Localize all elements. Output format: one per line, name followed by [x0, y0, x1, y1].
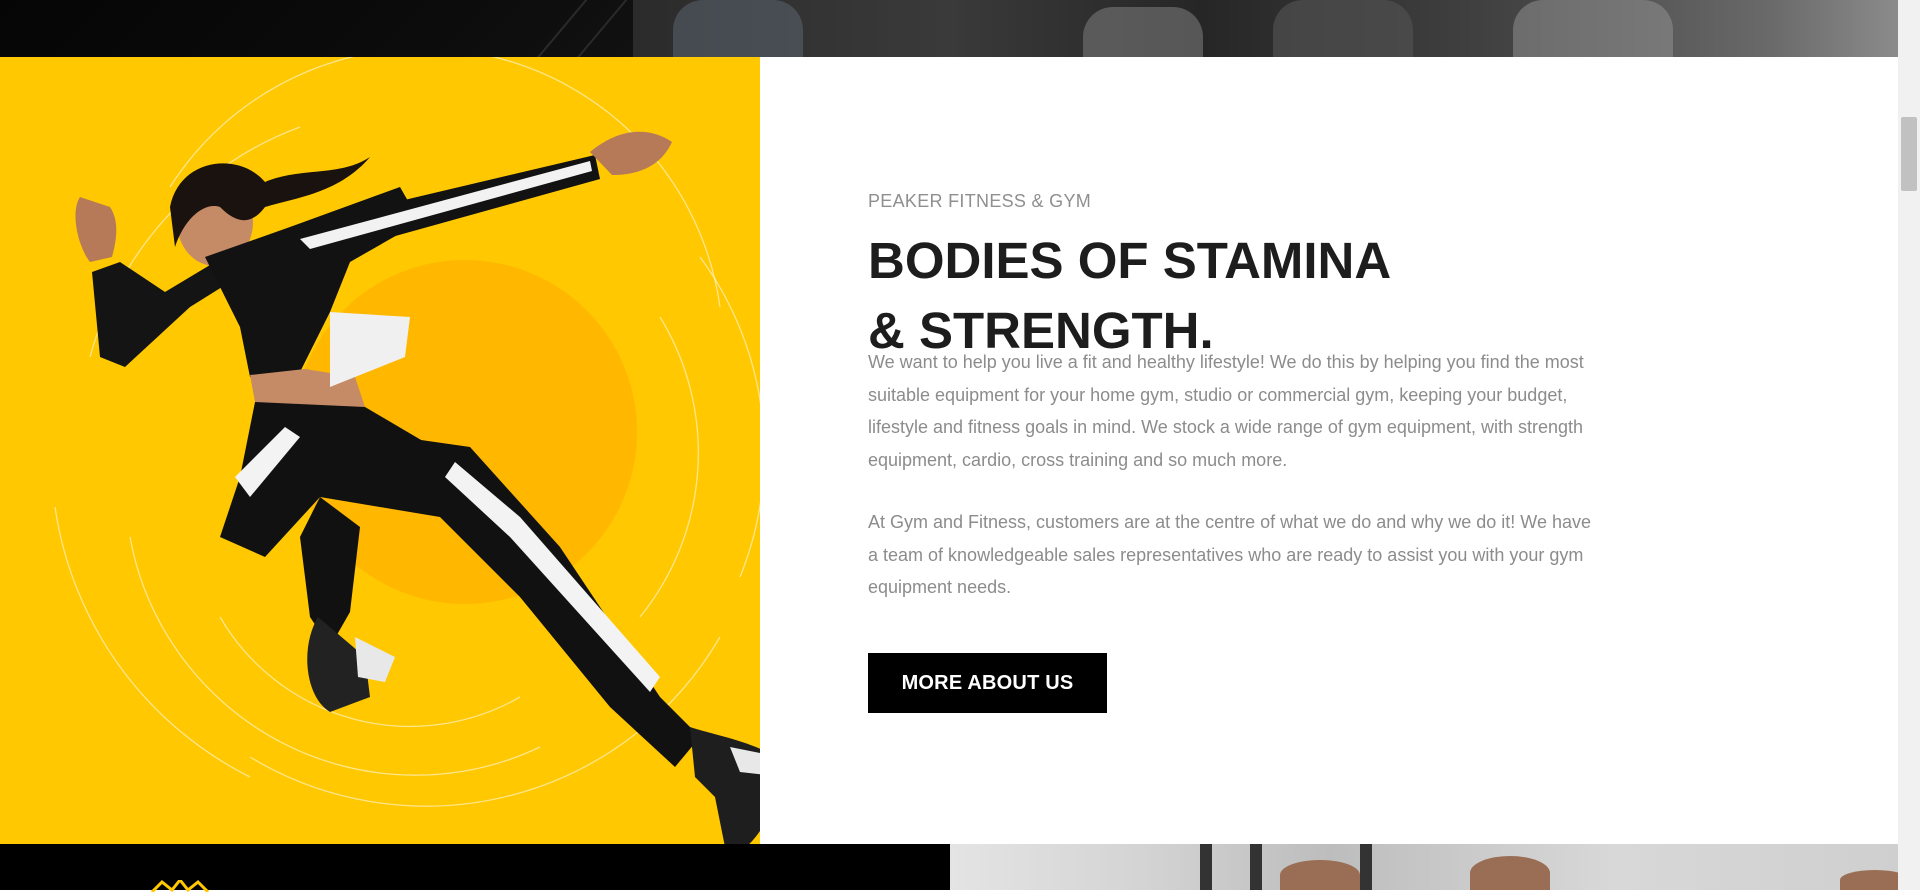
- about-content: PEAKER FITNESS & GYM BODIES OF STAMINA &…: [868, 57, 1628, 844]
- about-section: PEAKER FITNESS & GYM BODIES OF STAMINA &…: [0, 57, 1898, 844]
- hero-athlete-image: [0, 57, 760, 844]
- about-paragraph-1: We want to help you live a fit and healt…: [868, 352, 1584, 470]
- bottom-gym-photo: [950, 844, 1898, 890]
- page-scrollbar[interactable]: [1898, 0, 1920, 890]
- woman-sprinting-photo: [54, 57, 760, 844]
- crown-logo-icon: [150, 880, 210, 892]
- about-paragraph-2: At Gym and Fitness, customers are at the…: [868, 512, 1592, 597]
- top-image-strip: [0, 0, 1898, 57]
- top-dark-panel: [0, 0, 633, 57]
- bottom-image-strip: [0, 844, 1898, 892]
- headline-line-1: BODIES OF STAMINA: [868, 232, 1392, 289]
- section-headline: BODIES OF STAMINA & STRENGTH.: [868, 226, 1391, 366]
- top-gym-photo: [633, 0, 1898, 57]
- bottom-dark-panel: [0, 844, 950, 892]
- scrollbar-thumb[interactable]: [1901, 117, 1917, 191]
- section-eyebrow: PEAKER FITNESS & GYM: [868, 191, 1092, 211]
- more-about-us-button[interactable]: MORE ABOUT US: [868, 653, 1107, 713]
